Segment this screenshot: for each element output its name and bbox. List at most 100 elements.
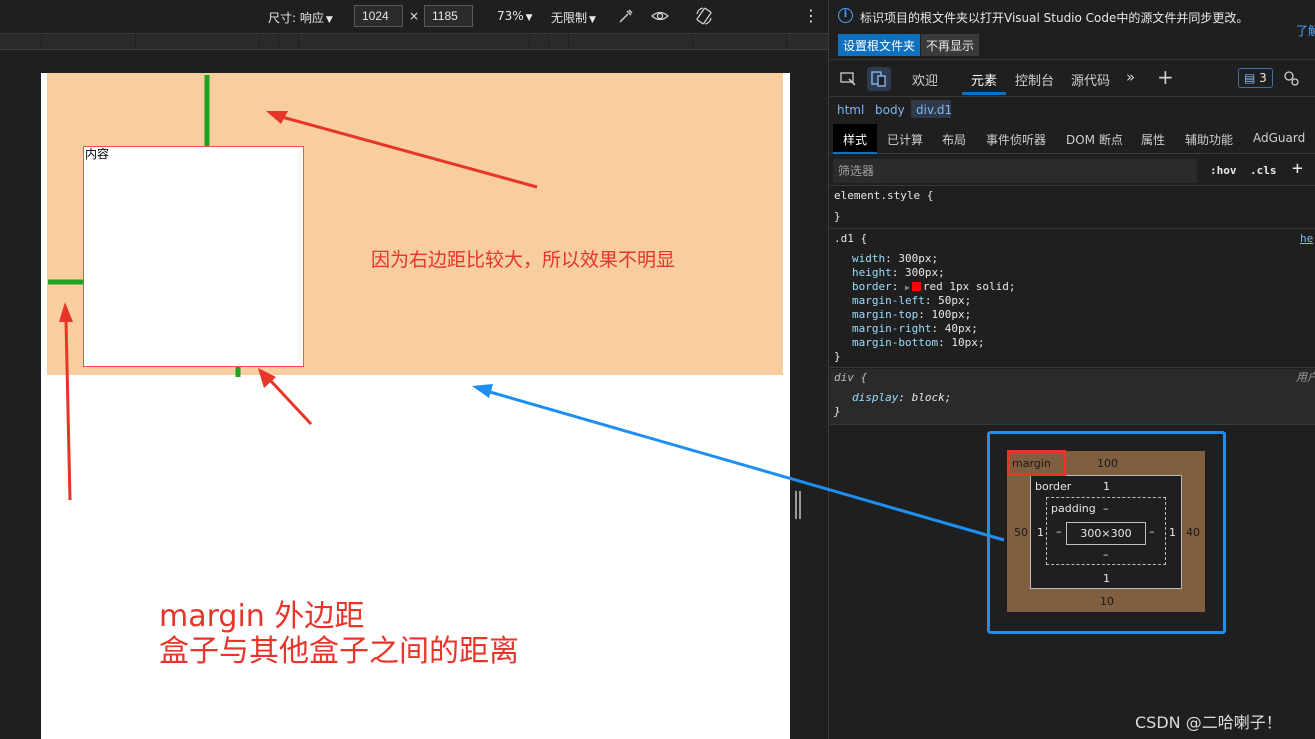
subtab-layout[interactable]: 布局 — [942, 131, 966, 148]
padding-bottom-value[interactable]: – — [1103, 548, 1109, 561]
margin-right-value[interactable]: 40 — [1186, 526, 1200, 539]
breadcrumb-body[interactable]: body — [875, 103, 905, 117]
height-input[interactable] — [424, 5, 473, 27]
element-style-close: } — [834, 210, 841, 223]
border-left-value[interactable]: 1 — [1037, 526, 1044, 539]
subtab-accessibility[interactable]: 辅助功能 — [1185, 131, 1233, 148]
content-box: 内容 — [83, 146, 304, 367]
d1-close: } — [834, 350, 841, 363]
csdn-watermark: CSDN @二哈喇子！ — [1135, 713, 1282, 732]
pane-divider[interactable] — [828, 0, 829, 739]
expand-triangle-icon[interactable]: ▶ — [905, 283, 910, 292]
chevron-down-icon: ▼ — [525, 13, 533, 23]
margin-label: margin — [1012, 457, 1051, 470]
rotate-icon[interactable] — [694, 6, 714, 26]
padding-top-value[interactable]: – — [1103, 502, 1109, 515]
dont-show-again-button[interactable]: 不再显示 — [921, 34, 980, 56]
breadcrumb-div-d1[interactable]: div.d1 — [916, 103, 952, 117]
times-sign: × — [409, 9, 420, 23]
more-options-icon[interactable]: ⋮ — [803, 6, 819, 25]
styles-rules: element.style { } .d1 { he width: 300px;… — [830, 187, 1315, 425]
rule-d1: .d1 { he width: 300px; height: 300px; bo… — [830, 230, 1315, 368]
page-viewport: 内容 因为右边距比较大，所以效果不明显 margin 外边距 盒子与其他盒子之间… — [41, 73, 790, 739]
d1-prop-width[interactable]: width: 300px; — [852, 252, 938, 266]
subtab-properties[interactable]: 属性 — [1141, 131, 1165, 148]
d1-source-link[interactable]: he — [1300, 232, 1313, 246]
devtools-main-tabs: 欢迎 元素 控制台 源代码 » + ▤ 3 — [830, 61, 1315, 97]
div-selector: div { — [834, 371, 868, 384]
chevron-down-icon: ▼ — [325, 15, 333, 25]
d1-prop-height[interactable]: height: 300px; — [852, 266, 945, 280]
styles-filter-input[interactable] — [833, 159, 1197, 183]
d1-prop-border[interactable]: border: ▶ red 1px solid; — [852, 280, 1016, 295]
cls-toggle[interactable]: .cls — [1250, 164, 1277, 177]
subtab-computed[interactable]: 已计算 — [887, 131, 923, 148]
more-tabs-icon[interactable]: » — [1126, 68, 1135, 86]
rule-user-agent-div: div { 用户 display: block; } — [830, 369, 1315, 425]
content-box-text: 内容 — [85, 147, 110, 161]
d1-prop-margin-top[interactable]: margin-top: 100px; — [852, 308, 971, 322]
padding-right-value[interactable]: – — [1149, 525, 1155, 538]
tab-welcome[interactable]: 欢迎 — [912, 70, 938, 89]
padding-label: padding — [1051, 502, 1096, 515]
border-bottom-value[interactable]: 1 — [1103, 572, 1110, 585]
dimensions-dropdown[interactable]: 尺寸: 响应 ▼ — [268, 9, 333, 26]
zoom-dropdown[interactable]: 73% ▼ — [497, 9, 533, 23]
device-toolbar: 尺寸: 响应▼ × 73%▼ 无限制▼ ⋮ — [0, 0, 829, 32]
set-root-folder-button[interactable]: 设置根文件夹 — [838, 34, 921, 56]
eye-icon[interactable] — [650, 6, 670, 26]
issues-icon: ▤ — [1244, 71, 1256, 85]
color-swatch[interactable] — [911, 282, 921, 291]
throttle-value: 无限制 — [551, 11, 588, 25]
annotation-note-right: 因为右边距比较大，所以效果不明显 — [371, 249, 676, 271]
inspect-element-icon[interactable] — [836, 67, 860, 91]
new-rule-icon[interactable]: + — [1292, 158, 1303, 179]
d1-selector: .d1 { — [834, 232, 868, 245]
subtab-styles[interactable]: 样式 — [843, 131, 867, 148]
devtools-pane: i 标识项目的根文件夹以打开Visual Studio Code中的源文件并同步… — [830, 0, 1315, 739]
learn-more-link[interactable]: 了解 — [1296, 22, 1315, 39]
margin-bottom-value[interactable]: 10 — [1100, 595, 1114, 608]
issues-badge[interactable]: ▤ 3 — [1238, 68, 1273, 88]
breadcrumb: html body div.d1 — [830, 98, 1315, 120]
share-icon[interactable] — [1280, 67, 1304, 91]
annotation-main-line1: margin 外边距 — [159, 599, 365, 634]
box-model-margin[interactable]: margin 100 50 40 10 border 1 1 1 1 paddi… — [1007, 451, 1205, 612]
margin-left-value[interactable]: 50 — [1014, 526, 1028, 539]
throttle-dropdown[interactable]: 无限制 ▼ — [551, 9, 596, 26]
margin-top-value[interactable]: 100 — [1097, 457, 1118, 470]
subtab-adguard[interactable]: AdGuard — [1253, 131, 1305, 145]
device-toggle-icon[interactable] — [867, 67, 891, 91]
border-top-value[interactable]: 1 — [1103, 480, 1110, 493]
width-input[interactable] — [354, 5, 403, 27]
styles-filter-bar: :hov .cls + — [830, 156, 1315, 186]
add-tab-icon[interactable]: + — [1157, 65, 1174, 89]
tab-console[interactable]: 控制台 — [1015, 70, 1054, 89]
resize-handle[interactable] — [795, 491, 801, 519]
border-right-value[interactable]: 1 — [1169, 526, 1176, 539]
elements-subtabs: 样式 已计算 布局 事件侦听器 DOM 断点 属性 辅助功能 AdGuard — [830, 122, 1315, 154]
tab-elements[interactable]: 元素 — [971, 70, 997, 89]
subtab-dom-breakpoints[interactable]: DOM 断点 — [1066, 131, 1123, 148]
box-model-content[interactable]: 300×300 — [1066, 522, 1146, 545]
info-icon: i — [838, 8, 853, 23]
subtab-event-listeners[interactable]: 事件侦听器 — [986, 131, 1046, 148]
hov-toggle[interactable]: :hov — [1210, 164, 1237, 177]
device-emulation-pane: 尺寸: 响应▼ × 73%▼ 无限制▼ ⋮ 内容 — [0, 0, 829, 739]
infobar-message: 标识项目的根文件夹以打开Visual Studio Code中的源文件并同步更改… — [860, 11, 1249, 25]
element-style-selector: element.style { — [834, 189, 934, 202]
box-model-padding[interactable]: padding – – – – 300×300 — [1046, 497, 1166, 565]
tab-sources[interactable]: 源代码 — [1071, 70, 1110, 89]
box-model-border[interactable]: border 1 1 1 1 padding – – – – 300×300 — [1030, 475, 1182, 589]
d1-prop-margin-right[interactable]: margin-right: 40px; — [852, 322, 978, 336]
chevron-down-icon: ▼ — [589, 15, 596, 25]
padding-left-value[interactable]: – — [1056, 525, 1062, 538]
d1-prop-margin-left[interactable]: margin-left: 50px; — [852, 294, 971, 308]
workspace-infobar: i 标识项目的根文件夹以打开Visual Studio Code中的源文件并同步… — [830, 0, 1315, 60]
eyedropper-icon[interactable] — [616, 6, 636, 26]
annotation-main-line2: 盒子与其他盒子之间的距离 — [159, 634, 519, 669]
d1-prop-margin-bottom[interactable]: margin-bottom: 10px; — [852, 336, 984, 350]
rule-element-style: element.style { } — [830, 187, 1315, 229]
breadcrumb-html[interactable]: html — [837, 103, 864, 117]
issues-count: 3 — [1259, 71, 1267, 85]
